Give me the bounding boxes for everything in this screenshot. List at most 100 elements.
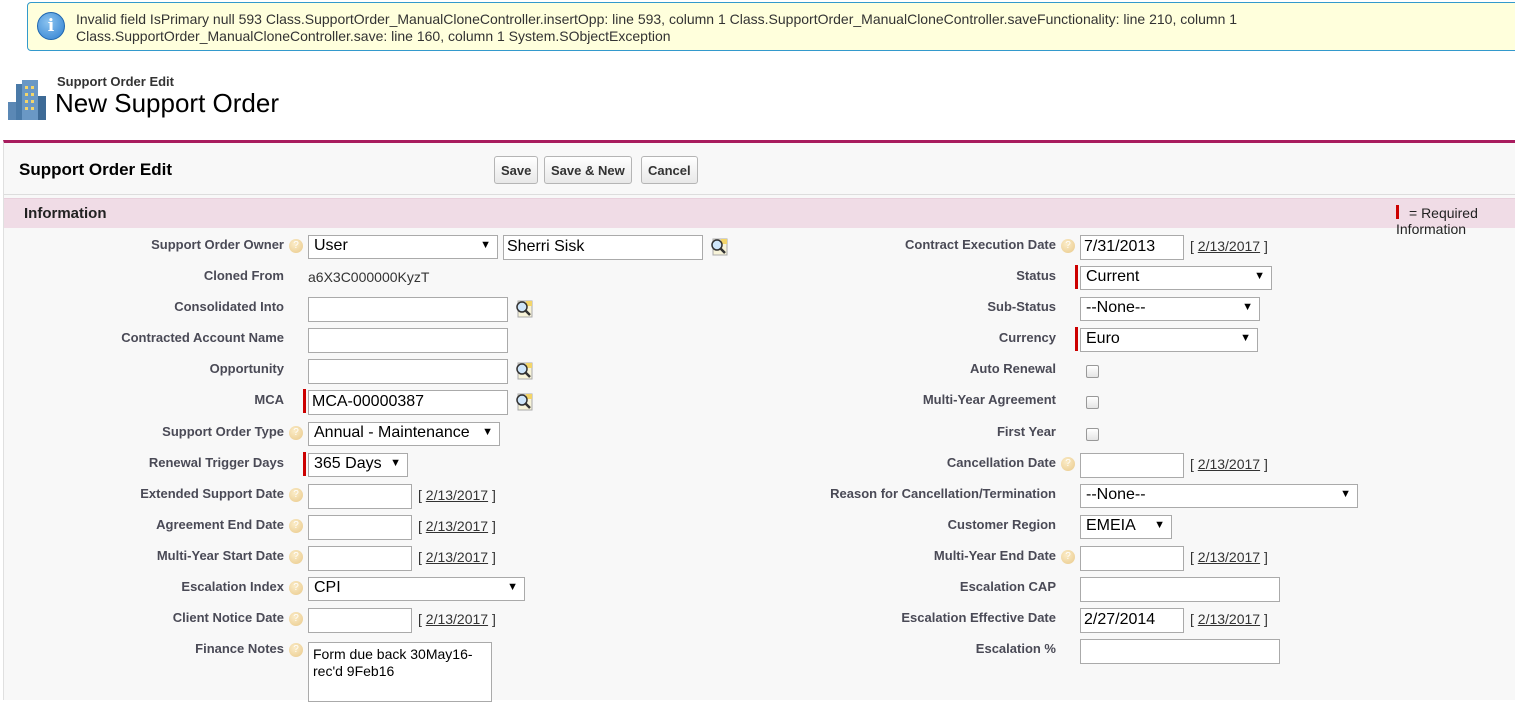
today-date-link[interactable]: 2/13/2017: [1198, 238, 1260, 254]
selected-value: EMEIA: [1086, 517, 1136, 534]
page-type: Support Order Edit: [57, 74, 174, 89]
multi-year-end-date-input[interactable]: [1080, 546, 1184, 571]
escalation-effective-date-input[interactable]: 2/27/2014: [1080, 608, 1184, 633]
contract-execution-date-input[interactable]: 7/31/2013: [1080, 235, 1184, 260]
help-icon[interactable]: ?: [289, 426, 303, 440]
customer-region-select[interactable]: EMEIA ▼: [1080, 515, 1172, 539]
escalation-index-select[interactable]: CPI ▼: [308, 577, 525, 601]
support-order-owner-input[interactable]: Sherri Sisk: [503, 235, 703, 260]
multi-year-agreement-checkbox[interactable]: [1086, 396, 1099, 409]
today-date-link-wrap: [ 2/13/2017 ]: [1190, 238, 1268, 254]
chevron-down-icon: ▼: [1254, 270, 1265, 282]
help-icon[interactable]: ?: [289, 550, 303, 564]
owner-type-select[interactable]: User ▼: [308, 235, 498, 259]
selected-value: Annual - Maintenance: [314, 424, 470, 441]
chevron-down-icon: ▼: [1340, 488, 1351, 500]
chevron-down-icon: ▼: [482, 426, 493, 438]
chevron-down-icon: ▼: [1240, 332, 1251, 344]
save-new-button[interactable]: Save & New: [544, 156, 632, 184]
today-date-link-wrap: [ 2/13/2017 ]: [1190, 611, 1268, 627]
help-icon[interactable]: ?: [289, 612, 303, 626]
help-icon[interactable]: ?: [1061, 550, 1075, 564]
agreement-end-date-input[interactable]: [308, 515, 412, 540]
block-header: Support Order Edit Save Save & New Cance…: [4, 143, 1515, 195]
extended-support-date-label: Extended Support Date: [140, 486, 284, 501]
section-header: Information = Required Information: [4, 198, 1515, 237]
escalation-input[interactable]: [1080, 639, 1280, 664]
today-date-link-wrap: [ 2/13/2017 ]: [418, 549, 496, 565]
today-date-link-wrap: [ 2/13/2017 ]: [418, 611, 496, 627]
opportunity-input[interactable]: [308, 359, 508, 384]
required-indicator: [1075, 265, 1078, 289]
currency-select[interactable]: Euro ▼: [1080, 328, 1258, 352]
support-order-owner-label: Support Order Owner: [151, 237, 284, 252]
lookup-icon[interactable]: [514, 392, 534, 412]
today-date-link[interactable]: 2/13/2017: [426, 518, 488, 534]
first-year-checkbox[interactable]: [1086, 428, 1099, 441]
extended-support-date-input[interactable]: [308, 484, 412, 509]
cloned-from-value: a6X3C000000KyzT: [308, 269, 430, 285]
multi-year-agreement-label: Multi-Year Agreement: [922, 392, 1056, 407]
escalation-index-label: Escalation Index: [181, 579, 284, 594]
today-date-link[interactable]: 2/13/2017: [426, 487, 488, 503]
opportunity-label: Opportunity: [209, 361, 284, 376]
contracted-account-name-label: Contracted Account Name: [121, 330, 284, 345]
chevron-down-icon: ▼: [1242, 301, 1253, 313]
error-message: Invalid field IsPrimary null 593 Class.S…: [76, 11, 1238, 44]
help-icon[interactable]: ?: [289, 581, 303, 595]
help-icon[interactable]: ?: [289, 488, 303, 502]
mca-input[interactable]: MCA-00000387: [308, 390, 508, 415]
required-legend: = Required Information: [1396, 205, 1515, 237]
today-date-link[interactable]: 2/13/2017: [1198, 456, 1260, 472]
auto-renewal-checkbox[interactable]: [1086, 365, 1099, 378]
finance-notes-textarea[interactable]: Form due back 30May16-rec'd 9Feb16: [308, 642, 492, 702]
cancellation-date-input[interactable]: [1080, 453, 1184, 478]
chevron-down-icon: ▼: [390, 457, 401, 469]
selected-value: Current: [1086, 268, 1140, 285]
lookup-icon[interactable]: [514, 361, 534, 381]
escalation-label: Escalation %: [975, 641, 1056, 656]
today-date-link-wrap: [ 2/13/2017 ]: [1190, 549, 1268, 565]
contract-execution-date-label: Contract Execution Date: [905, 237, 1056, 252]
contracted-account-name-input[interactable]: [308, 328, 508, 353]
today-date-link[interactable]: 2/13/2017: [426, 611, 488, 627]
building-icon: [8, 80, 46, 120]
save-button[interactable]: Save: [494, 156, 539, 184]
escalation-cap-input[interactable]: [1080, 577, 1280, 602]
required-indicator: [1075, 327, 1078, 351]
lookup-icon[interactable]: [709, 237, 729, 257]
selected-value: --None--: [1086, 486, 1146, 503]
reason-for-cancellation-termination-select[interactable]: --None-- ▼: [1080, 484, 1358, 508]
status-select[interactable]: Current ▼: [1080, 266, 1272, 290]
help-icon[interactable]: ?: [289, 643, 303, 657]
multi-year-start-date-label: Multi-Year Start Date: [156, 548, 284, 563]
multi-year-end-date-label: Multi-Year End Date: [933, 548, 1056, 563]
block-title: Support Order Edit: [19, 160, 172, 179]
consolidated-into-input[interactable]: [308, 297, 508, 322]
sub-status-select[interactable]: --None-- ▼: [1080, 297, 1260, 321]
today-date-link[interactable]: 2/13/2017: [1198, 549, 1260, 565]
section-title: Information: [24, 205, 107, 222]
renewal-trigger-days-label: Renewal Trigger Days: [148, 455, 284, 470]
today-date-link[interactable]: 2/13/2017: [1198, 611, 1260, 627]
today-date-link[interactable]: 2/13/2017: [426, 549, 488, 565]
multi-year-start-date-input[interactable]: [308, 546, 412, 571]
support-order-type-select[interactable]: Annual - Maintenance ▼: [308, 422, 500, 446]
client-notice-date-label: Client Notice Date: [172, 610, 284, 625]
auto-renewal-label: Auto Renewal: [970, 361, 1056, 376]
page-title: New Support Order: [55, 88, 279, 118]
selected-value: --None--: [1086, 299, 1146, 316]
help-icon[interactable]: ?: [1061, 457, 1075, 471]
today-date-link-wrap: [ 2/13/2017 ]: [418, 518, 496, 534]
selected-value: CPI: [314, 579, 341, 596]
lookup-icon[interactable]: [514, 299, 534, 319]
help-icon[interactable]: ?: [289, 519, 303, 533]
client-notice-date-input[interactable]: [308, 608, 412, 633]
help-icon[interactable]: ?: [289, 239, 303, 253]
cancel-button[interactable]: Cancel: [641, 156, 698, 184]
chevron-down-icon: ▼: [507, 581, 518, 593]
finance-notes-label: Finance Notes: [195, 641, 284, 656]
help-icon[interactable]: ?: [1061, 239, 1075, 253]
renewal-trigger-days-select[interactable]: 365 Days ▼: [308, 453, 408, 477]
required-indicator: [303, 452, 306, 476]
